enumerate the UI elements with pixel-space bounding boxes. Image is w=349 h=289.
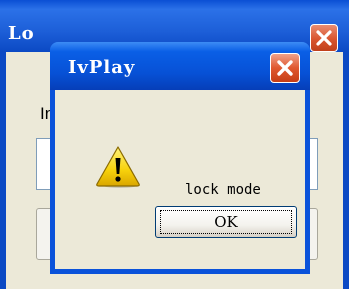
- background-close-button[interactable]: [310, 24, 338, 52]
- message-dialog: IvPlay lock mode OK: [50, 42, 310, 274]
- dialog-message: lock mode: [185, 182, 261, 198]
- dialog-title: IvPlay: [68, 57, 136, 78]
- dialog-body: lock mode: [55, 90, 305, 269]
- close-icon: [277, 60, 293, 76]
- ok-button[interactable]: OK: [155, 206, 297, 238]
- background-window-title: Lo: [8, 23, 35, 44]
- dialog-close-button[interactable]: [270, 53, 300, 83]
- ok-button-label: OK: [214, 213, 238, 231]
- warning-icon: [96, 146, 140, 188]
- close-icon: [316, 30, 332, 46]
- background-window-right-border: [343, 52, 349, 289]
- background-window-left-border: [0, 52, 6, 289]
- dialog-titlebar[interactable]: IvPlay: [50, 42, 310, 90]
